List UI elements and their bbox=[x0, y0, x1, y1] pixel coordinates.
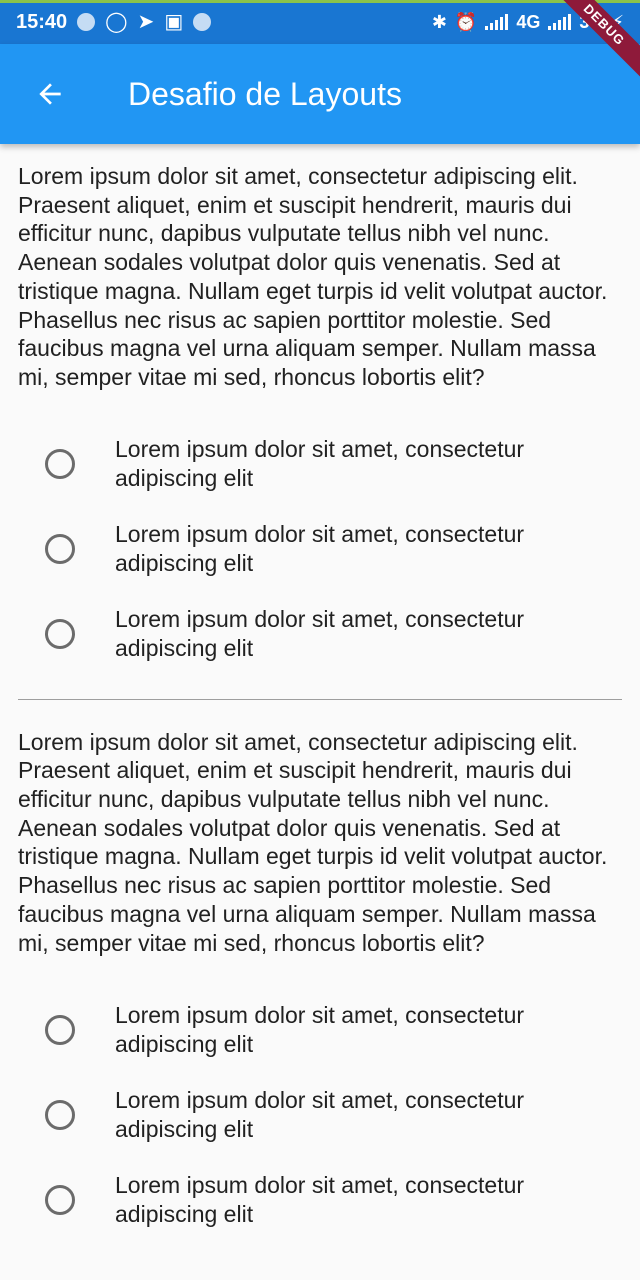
app-bar: Desafio de Layouts bbox=[0, 44, 640, 144]
radio-label: Lorem ipsum dolor sit amet, consectetur … bbox=[115, 1087, 525, 1142]
radio-option[interactable]: Lorem ipsum dolor sit amet, consectetur … bbox=[18, 507, 622, 592]
radio-label: Lorem ipsum dolor sit amet, consectetur … bbox=[115, 606, 525, 662]
notification-dot-icon bbox=[193, 13, 212, 31]
bluetooth-icon: ✱ bbox=[431, 11, 447, 32]
status-accent-line bbox=[0, 0, 640, 3]
radio-button[interactable] bbox=[45, 1099, 75, 1130]
radio-option[interactable]: Lorem ipsum dolor sit amet, consectetur … bbox=[18, 1157, 622, 1242]
radio-button[interactable] bbox=[45, 1014, 75, 1045]
status-time: 15:40 bbox=[16, 10, 68, 33]
page-title: Desafio de Layouts bbox=[128, 75, 402, 112]
arrow-back-icon bbox=[39, 83, 61, 105]
divider bbox=[18, 698, 622, 700]
question-section: Lorem ipsum dolor sit amet, consectetur … bbox=[0, 144, 640, 677]
question-text: Lorem ipsum dolor sit amet, consectetur … bbox=[18, 163, 608, 390]
telegram-icon: ➤ bbox=[137, 11, 155, 33]
back-button[interactable] bbox=[0, 44, 100, 144]
radio-option[interactable]: Lorem ipsum dolor sit amet, consectetur … bbox=[18, 422, 622, 507]
signal-icon bbox=[485, 14, 509, 30]
content: Lorem ipsum dolor sit amet, consectetur … bbox=[0, 144, 640, 1242]
status-bar: 15:40 ◯ ➤ ▣ ✱ ⏰ 4G 3G ⚡ bbox=[0, 0, 640, 44]
radio-option[interactable]: Lorem ipsum dolor sit amet, consectetur … bbox=[18, 1072, 622, 1157]
radio-button[interactable] bbox=[45, 1184, 75, 1215]
signal-icon bbox=[548, 14, 572, 30]
radio-button[interactable] bbox=[45, 534, 75, 565]
radio-label: Lorem ipsum dolor sit amet, consectetur … bbox=[115, 521, 525, 577]
radio-group: Lorem ipsum dolor sit amet, consectetur … bbox=[18, 987, 622, 1242]
question-text: Lorem ipsum dolor sit amet, consectetur … bbox=[18, 728, 608, 956]
radio-label: Lorem ipsum dolor sit amet, consectetur … bbox=[115, 436, 525, 492]
radio-group: Lorem ipsum dolor sit amet, consectetur … bbox=[18, 422, 622, 677]
radio-option[interactable]: Lorem ipsum dolor sit amet, consectetur … bbox=[18, 987, 622, 1072]
alarm-icon: ⏰ bbox=[454, 11, 478, 32]
radio-label: Lorem ipsum dolor sit amet, consectetur … bbox=[115, 1002, 525, 1057]
gmail-icon: ▣ bbox=[164, 11, 184, 33]
app-screen: 15:40 ◯ ➤ ▣ ✱ ⏰ 4G 3G ⚡ DEBUG Desafio de… bbox=[0, 0, 640, 1280]
radio-label: Lorem ipsum dolor sit amet, consectetur … bbox=[115, 1172, 525, 1227]
network-4g-label: 4G bbox=[516, 11, 541, 32]
radio-button[interactable] bbox=[45, 619, 75, 650]
whatsapp-icon: ◯ bbox=[105, 11, 128, 33]
radio-option[interactable]: Lorem ipsum dolor sit amet, consectetur … bbox=[18, 592, 622, 677]
notification-dot-icon bbox=[77, 13, 96, 31]
radio-button[interactable] bbox=[45, 449, 75, 480]
question-section: Lorem ipsum dolor sit amet, consectetur … bbox=[0, 728, 640, 1243]
screen-bottom-edge bbox=[0, 1262, 640, 1280]
